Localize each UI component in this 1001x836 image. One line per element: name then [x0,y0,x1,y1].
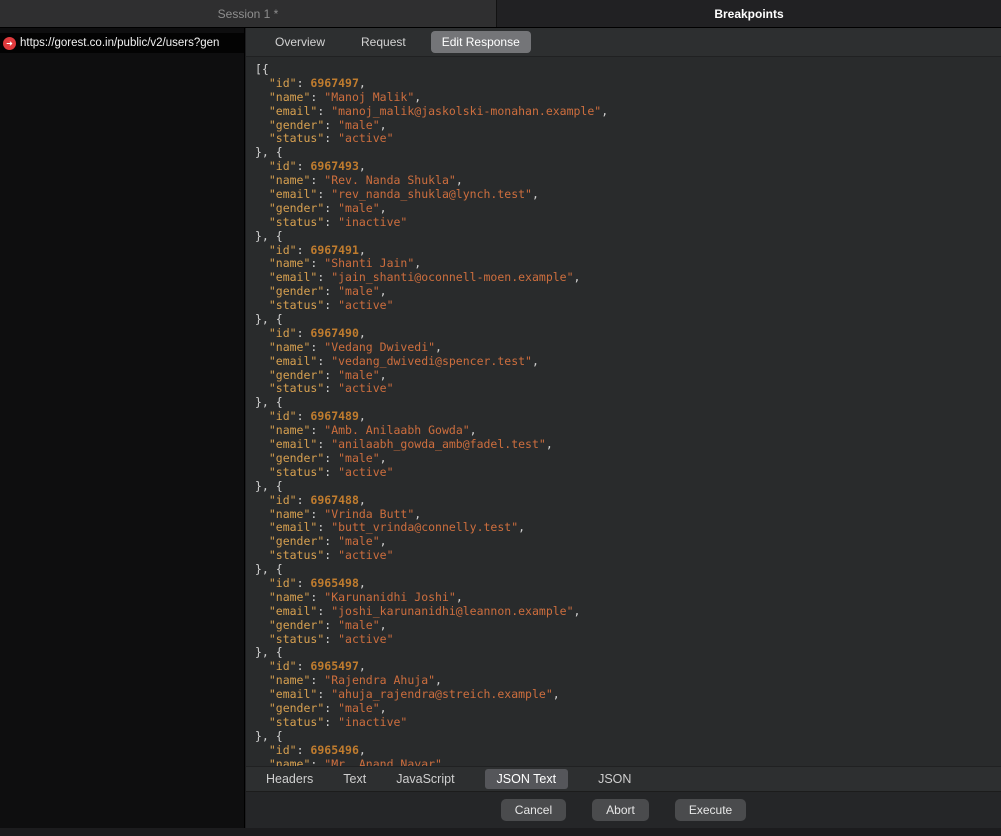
code-line: "name": "Shanti Jain", [255,257,1001,271]
abort-button[interactable]: Abort [592,799,649,821]
code-line: "status": "active" [255,299,1001,313]
window-tab-bar: Session 1 * Breakpoints [0,0,1001,28]
code-line: "email": "butt_vrinda@connelly.test", [255,521,1001,535]
code-line: "name": "Rev. Nanda Shukla", [255,174,1001,188]
code-line: "name": "Vedang Dwivedi", [255,341,1001,355]
tab-edit-response[interactable]: Edit Response [431,31,531,53]
code-line: "status": "inactive" [255,716,1001,730]
code-line: "status": "inactive" [255,216,1001,230]
tab-request[interactable]: Request [350,31,417,53]
cancel-button[interactable]: Cancel [501,799,566,821]
breakpoint-request-row[interactable]: ➜ https://gorest.co.in/public/v2/users?g… [0,33,244,53]
execute-button[interactable]: Execute [675,799,746,821]
code-line: }, { [255,480,1001,494]
session-tab-label: Session 1 * [218,7,279,21]
app-window: Session 1 * Breakpoints ➜ https://gorest… [0,0,1001,836]
code-line: "status": "active" [255,466,1001,480]
code-line: "id": 6967497, [255,77,1001,91]
code-line: "email": "ahuja_rajendra@streich.example… [255,688,1001,702]
code-line: "name": "Amb. Anilaabh Gowda", [255,424,1001,438]
code-line: "id": 6967493, [255,160,1001,174]
tab-overview[interactable]: Overview [264,31,336,53]
code-line: "email": "jain_shanti@oconnell-moen.exam… [255,271,1001,285]
code-line: "id": 6965496, [255,744,1001,758]
code-line: "email": "vedang_dwivedi@spencer.test", [255,355,1001,369]
code-line: "gender": "male", [255,369,1001,383]
breakpoint-icon: ➜ [3,37,16,50]
response-tab-bar: Overview Request Edit Response [246,28,1001,56]
code-line: "gender": "male", [255,702,1001,716]
code-line: "name": "Karunanidhi Joshi", [255,591,1001,605]
window-tab-breakpoints[interactable]: Breakpoints [497,0,1001,27]
breakpoint-detail-panel: Overview Request Edit Response [{ "id": … [246,28,1001,828]
code-line: "id": 6965497, [255,660,1001,674]
code-line: "status": "active" [255,549,1001,563]
code-line: "email": "rev_nanda_shukla@lynch.test", [255,188,1001,202]
code-line: }, { [255,396,1001,410]
code-line: "status": "active" [255,382,1001,396]
request-url: https://gorest.co.in/public/v2/users?gen [20,37,219,49]
code-line: "id": 6967491, [255,244,1001,258]
code-line: "name": "Mr. Anand Nayar", [255,758,1001,767]
body-format-tab-bar: Headers Text JavaScript JSON Text JSON [246,767,1001,791]
code-line: "gender": "male", [255,452,1001,466]
tab-text[interactable]: Text [343,769,366,789]
code-line: }, { [255,646,1001,660]
code-line: "gender": "male", [255,619,1001,633]
code-line: }, { [255,313,1001,327]
window-tab-session[interactable]: Session 1 * [0,0,497,27]
code-line: }, { [255,230,1001,244]
breakpoints-tab-label: Breakpoints [714,7,783,21]
code-line: "gender": "male", [255,202,1001,216]
code-line: "email": "manoj_malik@jaskolski-monahan.… [255,105,1001,119]
code-line: "status": "active" [255,633,1001,647]
code-line: "id": 6967489, [255,410,1001,424]
code-line: "id": 6967490, [255,327,1001,341]
code-line: [{ [255,63,1001,77]
code-line: "name": "Manoj Malik", [255,91,1001,105]
json-editor[interactable]: [{ "id": 6967497, "name": "Manoj Malik",… [246,56,1001,767]
tab-json[interactable]: JSON [598,769,631,789]
tab-json-text[interactable]: JSON Text [485,769,569,789]
action-bar: Cancel Abort Execute [246,791,1001,828]
window-bottom-strip [0,829,1001,836]
code-line: }, { [255,563,1001,577]
tab-headers[interactable]: Headers [266,769,313,789]
tab-javascript[interactable]: JavaScript [396,769,454,789]
code-line: }, { [255,730,1001,744]
code-line: "email": "anilaabh_gowda_amb@fadel.test"… [255,438,1001,452]
code-line: "name": "Vrinda Butt", [255,508,1001,522]
code-line: "gender": "male", [255,285,1001,299]
code-line: }, { [255,146,1001,160]
code-line: "email": "joshi_karunanidhi@leannon.exam… [255,605,1001,619]
code-line: "gender": "male", [255,119,1001,133]
code-line: "id": 6965498, [255,577,1001,591]
code-line: "gender": "male", [255,535,1001,549]
code-line: "id": 6967488, [255,494,1001,508]
code-line: "name": "Rajendra Ahuja", [255,674,1001,688]
code-line: "status": "active" [255,132,1001,146]
breakpoint-request-list: ➜ https://gorest.co.in/public/v2/users?g… [0,28,245,828]
